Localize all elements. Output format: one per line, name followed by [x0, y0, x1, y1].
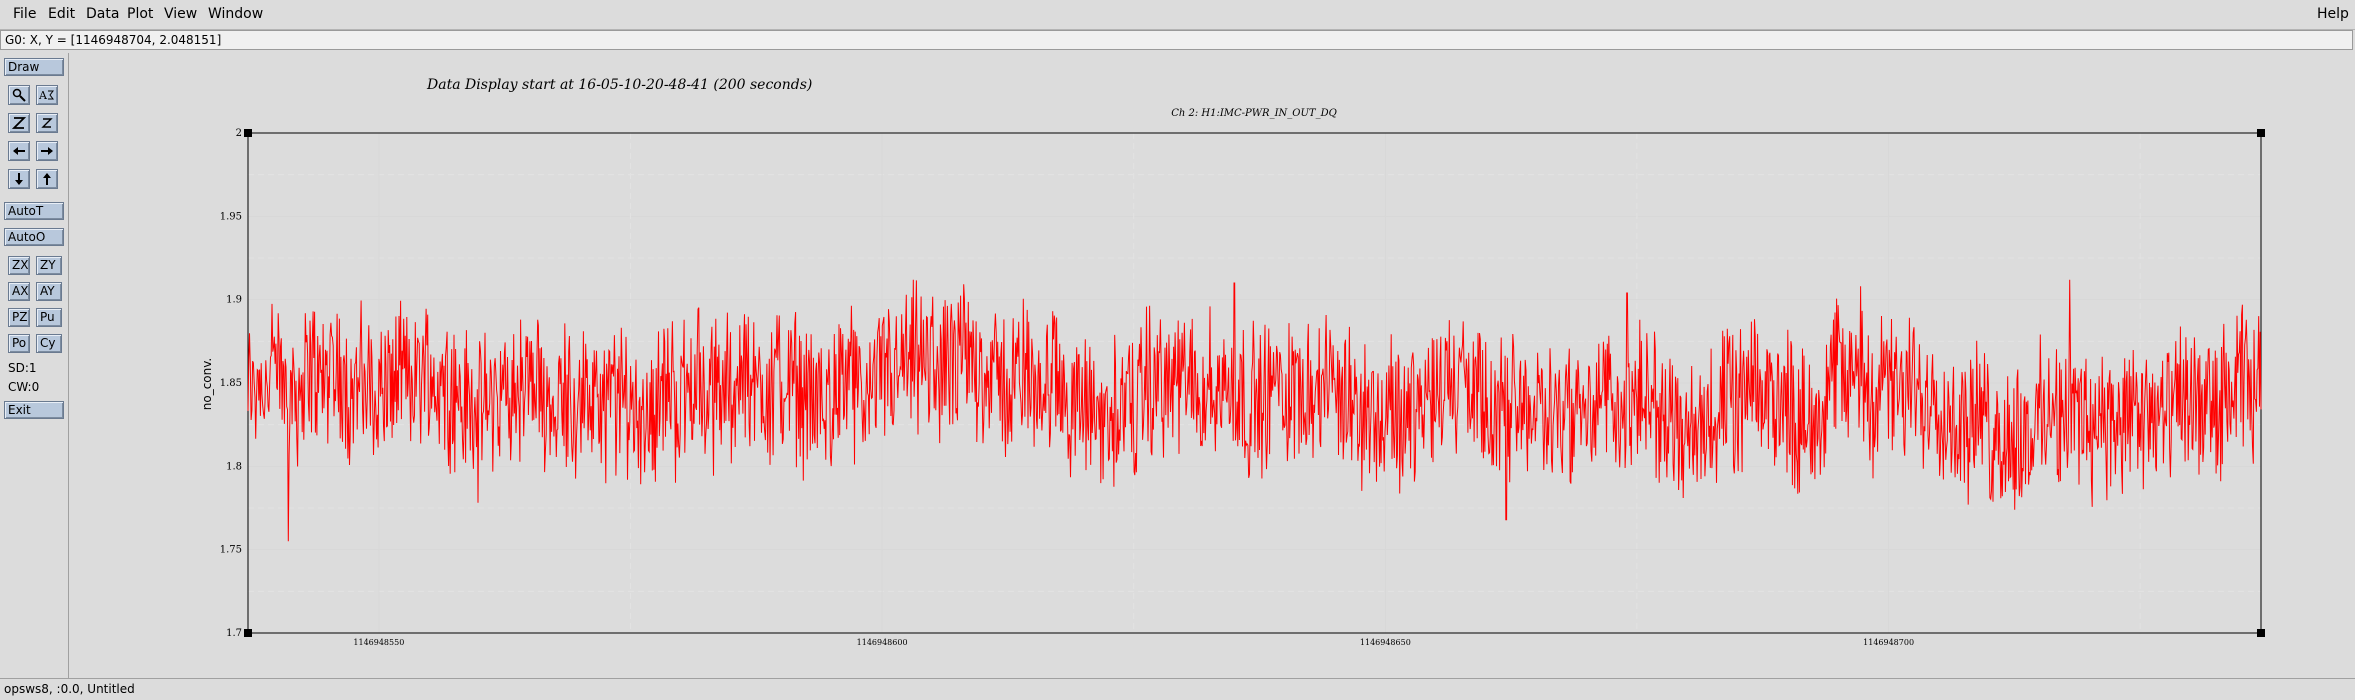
y-tick-label: 1.7	[226, 628, 242, 639]
signal-trace	[247, 279, 2262, 542]
x-tick-label: 1146948600	[857, 638, 908, 647]
zoom-in-icon[interactable]	[8, 113, 30, 133]
y-tick-label: 1.95	[220, 211, 242, 222]
po-button[interactable]: Po	[8, 334, 30, 353]
coordinate-readout: G0: X, Y = [1146948704, 2.048151]	[0, 30, 2353, 50]
control-panel: Draw A AutoT AutoO ZX ZY AX AY PZ Pu Po …	[0, 53, 69, 678]
cw-readout: CW:0	[8, 380, 40, 394]
menu-view[interactable]: View	[164, 6, 197, 22]
channel-title: Ch 2: H1:IMC-PWR_IN_OUT_DQ	[1171, 108, 1337, 119]
corner-handle	[244, 129, 252, 137]
arrow-down-icon[interactable]	[8, 169, 30, 189]
menu-window[interactable]: Window	[208, 6, 263, 22]
exit-button[interactable]: Exit	[4, 401, 64, 419]
menu-file[interactable]: File	[13, 6, 36, 22]
ay-button[interactable]: AY	[36, 282, 62, 301]
menu-plot[interactable]: Plot	[127, 6, 153, 22]
magnifier-icon[interactable]	[8, 85, 30, 105]
pz-button[interactable]: PZ	[8, 308, 30, 327]
ax-button[interactable]: AX	[8, 282, 30, 301]
corner-handle	[244, 629, 252, 637]
menu-bar: File Edit Data Plot View Window Help	[0, 0, 2355, 30]
svg-text:A: A	[39, 89, 48, 102]
y-tick-label: 1.85	[220, 378, 242, 389]
y-tick-label: 2	[236, 128, 242, 139]
cy-button[interactable]: Cy	[36, 334, 62, 353]
zoom-out-icon[interactable]	[36, 113, 58, 133]
y-axis-label: no_conv.	[200, 358, 214, 410]
auto-scale-icon[interactable]: A	[36, 85, 58, 105]
draw-button[interactable]: Draw	[4, 58, 64, 76]
pu-button[interactable]: Pu	[36, 308, 62, 327]
arrow-right-icon[interactable]	[36, 141, 58, 161]
status-bar: opsws8, :0.0, Untitled	[0, 678, 2355, 700]
y-tick-label: 1.75	[220, 545, 242, 556]
x-tick-label: 1146948550	[353, 638, 404, 647]
corner-handle	[2257, 629, 2265, 637]
menu-edit[interactable]: Edit	[48, 6, 75, 22]
x-tick-label: 1146948700	[1863, 638, 1914, 647]
x-tick-label: 1146948650	[1360, 638, 1411, 647]
y-tick-label: 1.9	[226, 295, 242, 306]
arrow-up-icon[interactable]	[36, 169, 58, 189]
arrow-left-icon[interactable]	[8, 141, 30, 161]
y-tick-label: 1.8	[226, 461, 242, 472]
sd-readout: SD:1	[8, 361, 37, 375]
zx-button[interactable]: ZX	[8, 256, 30, 275]
plot-area[interactable]: 1.7 1.75 1.8 1.85 1.9 1.95 2 1146948550 11469486…	[70, 53, 2350, 678]
autoo-button[interactable]: AutoO	[4, 228, 64, 246]
corner-handle	[2257, 129, 2265, 137]
autot-button[interactable]: AutoT	[4, 202, 64, 220]
menu-help[interactable]: Help	[2317, 6, 2349, 22]
zy-button[interactable]: ZY	[36, 256, 62, 275]
chart-title: Data Display start at 16-05-10-20-48-41 …	[426, 77, 812, 93]
menu-data[interactable]: Data	[86, 6, 119, 22]
